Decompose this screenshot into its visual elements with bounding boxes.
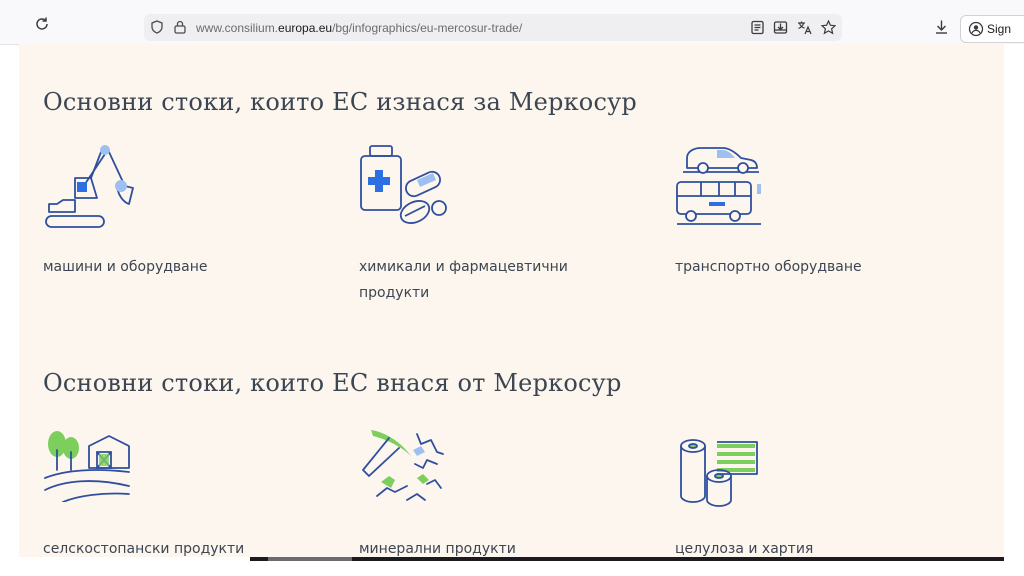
export-item-transport: транспортно оборудване [675,259,862,275]
reload-icon[interactable] [34,16,50,32]
export-item-chemicals: химикали и фармацевтични продукти [359,259,568,301]
export-item-machinery: машини и оборудване [43,259,208,275]
window-bottom [0,561,1024,576]
farm-icon [44,431,130,502]
paper-rolls-icon [680,439,758,507]
imports-heading: Основни стоки, които ЕС внася от Меркосу… [43,369,622,397]
vehicles-icon [676,147,761,225]
excavator-icon [45,145,134,228]
url-path: /bg/infographics/eu-mercosur-trade/ [332,21,523,35]
lock-icon[interactable] [174,20,186,34]
import-item-pulp-paper: целулоза и хартия [675,541,814,557]
page-content: Основни стоки, които ЕС изнася за Меркос… [19,44,1004,557]
url-domain: europa.eu [278,21,333,35]
account-icon [968,21,984,37]
shield-icon[interactable] [150,20,164,34]
page-gutter [1004,44,1024,557]
url-text[interactable]: www.consilium.europa.eu/bg/infographics/… [196,21,522,35]
sign-in-button[interactable]: Sign [960,15,1024,43]
medicine-icon [360,145,447,224]
browser-toolbar: www.consilium.europa.eu/bg/infographics/… [0,0,1024,45]
bookmark-star-icon[interactable] [821,20,836,35]
sign-in-label: Sign [987,22,1012,36]
reader-view-icon[interactable] [750,20,765,35]
save-page-icon[interactable] [773,20,788,35]
translate-icon[interactable] [797,20,812,35]
url-prefix: www.consilium. [196,21,279,35]
import-item-agriculture: селскостопански продукти [43,541,245,557]
exports-heading: Основни стоки, които ЕС изнася за Меркос… [43,88,637,116]
pickaxe-icon [362,430,444,501]
import-item-minerals: минерални продукти [359,541,516,557]
downloads-icon[interactable] [934,19,949,35]
